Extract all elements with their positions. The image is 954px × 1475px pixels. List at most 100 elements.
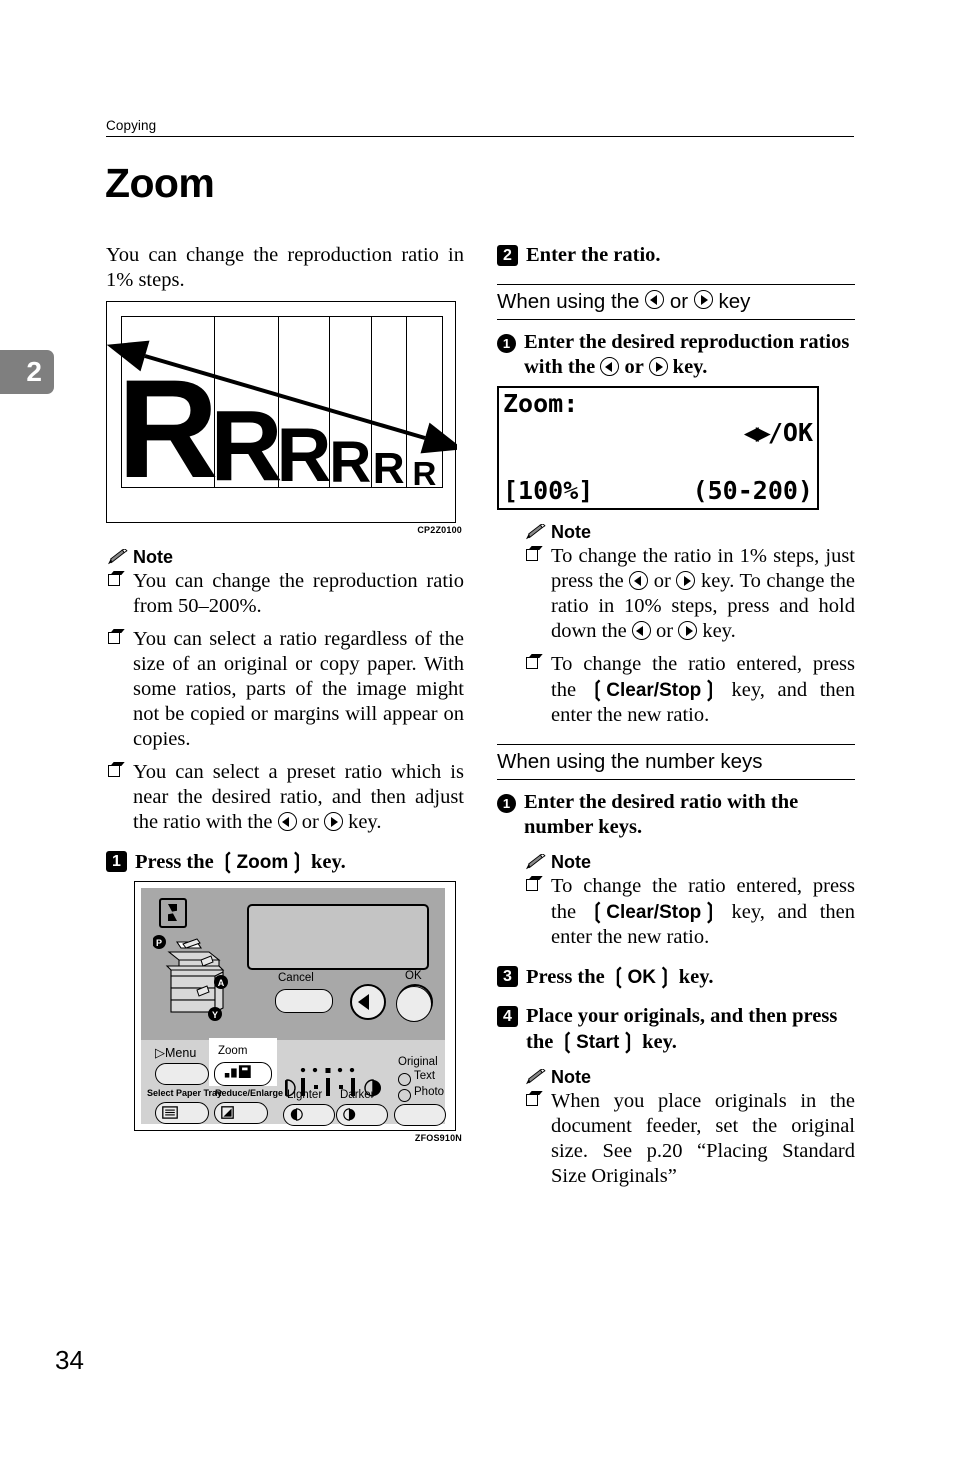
panel-lcd-screen — [247, 904, 429, 970]
right-arrow-key-icon — [676, 571, 696, 590]
step-marker: 3 — [497, 966, 518, 987]
running-head-text: Copying — [106, 118, 157, 133]
photo-radio-icon — [398, 1089, 411, 1102]
photo-label: Photo — [414, 1086, 445, 1098]
note-bullet-icon — [108, 632, 120, 644]
lighter-icon — [290, 1108, 303, 1121]
ratio-arrow-icon — [107, 340, 457, 454]
zoom-ratio-figure-box: R R R R R R — [106, 301, 457, 523]
left-column: You can change the reproduction ratio in… — [106, 243, 464, 1147]
note-list: To change the ratio in 1% steps, just pr… — [524, 544, 855, 728]
chapter-tab-number: 2 — [26, 356, 42, 387]
substep-text: Enter the desired reproduction ratios wi… — [524, 331, 850, 378]
substep-marker: 1 — [497, 794, 516, 813]
note-block-arrow-keys: Note To change the ratio in 1% steps, ju… — [524, 522, 855, 728]
cancel-button-label: Cancel — [278, 972, 314, 984]
pencil-icon — [524, 522, 546, 542]
note-bullet-icon — [108, 765, 120, 777]
right-arrow-key-icon — [648, 357, 668, 376]
darker-button[interactable] — [336, 1104, 388, 1126]
zoom-button-label: Zoom — [218, 1045, 248, 1057]
note-bullet-icon — [526, 879, 538, 891]
figure-caption: ZFOS910N — [414, 1133, 462, 1143]
right-arrow-key-icon — [323, 812, 343, 831]
step-text: Place your originals, and then press the… — [526, 1005, 838, 1053]
left-arrow-key-icon — [629, 571, 649, 590]
page-number: 34 — [55, 1345, 84, 1375]
menu-button[interactable] — [155, 1063, 209, 1085]
copier-diagram-icon: P A Y — [153, 935, 228, 1021]
zoom-ratio-figure: R R R R R R CP2Z0100 — [106, 301, 464, 535]
left-arrow-key-icon — [645, 290, 665, 309]
cancel-button[interactable] — [275, 989, 333, 1013]
left-arrow-key-icon — [600, 357, 620, 376]
note-bullet-icon — [526, 549, 538, 561]
text-label: Text — [414, 1070, 436, 1082]
key-label-zoom: ❲Zoom❳ — [218, 850, 306, 873]
misfeed-icon — [159, 898, 187, 928]
page-title: Zoom — [105, 160, 215, 206]
pencil-icon — [524, 852, 546, 872]
note-list: You can change the reproduction ratio fr… — [106, 569, 464, 835]
key-label-clear-stop: ❲Clear/Stop❳ — [588, 900, 719, 923]
substep-text: Enter the desired ratio with the number … — [524, 791, 799, 838]
note-item: To change the ratio entered, press the ❲… — [524, 652, 855, 728]
original-label: Original — [398, 1056, 438, 1068]
step-marker: 2 — [497, 245, 518, 266]
key-label-start: ❲Start❳ — [558, 1030, 637, 1053]
substep-1-number: 1 Enter the desired ratio with the numbe… — [497, 790, 855, 840]
note-item: To change the ratio in 1% steps, just pr… — [524, 544, 855, 644]
figure-caption: CP2Z0100 — [417, 525, 462, 535]
header-rule — [106, 136, 854, 137]
select-paper-tray-label: Select Paper Tray — [147, 1088, 223, 1098]
reduce-enlarge-button[interactable] — [214, 1102, 268, 1124]
step-4: 4 Place your originals, and then press t… — [497, 1004, 855, 1055]
subsection-heading-number-keys: When using the number keys — [497, 744, 855, 780]
substep-1-arrow: 1 Enter the desired reproduction ratios … — [497, 330, 855, 380]
key-label-ok: ❲OK❳ — [609, 965, 674, 988]
reduce-enlarge-label: Reduce/Enlarge — [215, 1088, 284, 1098]
lcd-range: (50-200) — [692, 476, 813, 505]
ok-button-label: OK — [405, 970, 422, 982]
reduce-enlarge-icon — [221, 1106, 234, 1119]
note-bullet-icon — [108, 574, 120, 586]
lcd-value-ratio: [100%] — [503, 476, 594, 505]
lcd-label-zoom: Zoom: — [503, 389, 579, 418]
darker-icon — [343, 1108, 356, 1121]
note-bullet-icon — [526, 657, 538, 669]
chapter-tab: 2 — [0, 350, 54, 394]
note-item: When you place originals in the document… — [524, 1089, 855, 1189]
menu-button-label: ▷Menu — [155, 1045, 197, 1060]
control-panel-box: P A Y Cancel OK ▷Menu Zoom Select Paper … — [134, 881, 456, 1131]
pencil-icon — [106, 547, 128, 567]
key-label-clear-stop: ❲Clear/Stop❳ — [588, 678, 719, 701]
svg-text:Y: Y — [212, 1010, 218, 1020]
note-heading: Note — [524, 852, 855, 873]
select-paper-tray-button[interactable] — [155, 1102, 209, 1124]
lcd-row-1: Zoom: ◀▶/OK — [503, 389, 813, 476]
note-list: To change the ratio entered, press the ❲… — [524, 874, 855, 950]
note-item: You can select a ratio regardless of the… — [106, 627, 464, 752]
ok-button[interactable] — [396, 986, 432, 1022]
note-block-step-4: Note When you place originals in the doc… — [524, 1067, 855, 1189]
step-text: Enter the ratio. — [526, 244, 661, 266]
zoom-button[interactable] — [214, 1062, 272, 1086]
zoom-key-icon — [224, 1065, 251, 1078]
darker-label: Darker — [340, 1089, 375, 1101]
step-1: 1 Press the ❲Zoom❳ key. — [106, 849, 464, 875]
note-heading-text: Note — [551, 1067, 591, 1087]
lcd-hint-ok: ◀▶/OK — [743, 418, 813, 447]
step-text: Press the ❲OK❳ key. — [526, 965, 714, 988]
left-arrow-key-icon — [631, 621, 651, 640]
left-arrow-key-icon — [277, 812, 297, 831]
right-arrow-key-icon — [693, 290, 713, 309]
subsection-heading-arrow-keys: When using the or key — [497, 284, 855, 320]
lcd-arrows-icon: ◀▶ — [743, 418, 771, 447]
lcd-row-2: [100%] (50-200) — [503, 476, 813, 505]
original-type-button[interactable] — [394, 1104, 446, 1126]
left-arrow-key[interactable] — [350, 984, 386, 1020]
lighter-label: Lighter — [287, 1089, 323, 1101]
step-marker: 4 — [497, 1006, 518, 1027]
text-radio-icon — [398, 1073, 411, 1086]
lighter-button[interactable] — [283, 1104, 335, 1126]
